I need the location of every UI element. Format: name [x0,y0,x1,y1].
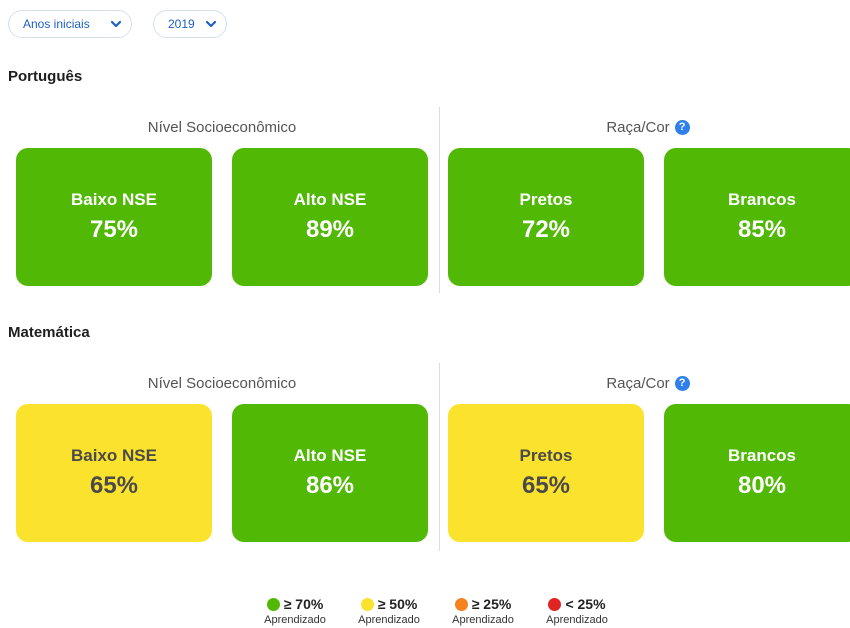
score-card-label: Brancos [727,190,797,209]
legend-dot-red [548,597,562,611]
chevron-down-icon [206,19,216,29]
score-card: Alto NSE 89% [232,148,428,286]
score-card-value: 65% [89,472,139,499]
chevron-down-icon [111,19,121,29]
score-card: Brancos 85% [664,148,850,286]
score-card-label: Baixo NSE [71,446,157,465]
legend-threshold: ≥ 50% [377,596,418,612]
legend-dot-yellow [360,597,374,611]
level-filter-dropdown[interactable]: Anos iniciais [8,10,132,38]
score-card: Pretos 65% [448,404,644,542]
legend-label: Aprendizado [264,614,326,626]
level-filter-value: Anos iniciais [23,17,90,31]
score-card: Alto NSE 86% [232,404,428,542]
legend-item: ≥ 50% Aprendizado [344,596,434,626]
legend-label: Aprendizado [358,614,420,626]
score-card-label: Alto NSE [293,190,367,209]
score-card-value: 86% [305,472,355,499]
group-label-text: Raça/Cor [606,119,670,136]
score-card-label: Pretos [519,190,573,209]
score-card: Baixo NSE 75% [16,148,212,286]
year-filter-value: 2019 [168,17,195,31]
score-card-label: Pretos [519,446,573,465]
legend-item: < 25% Aprendizado [532,596,622,626]
score-card-label: Alto NSE [293,446,367,465]
score-card-value: 65% [521,472,571,499]
group-label-text: Nível Socioeconômico [147,119,297,136]
section-title-matematica: Matemática [8,324,90,341]
section-divider [439,363,440,551]
score-card: Pretos 72% [448,148,644,286]
legend-label: Aprendizado [546,614,608,626]
score-card: Brancos 80% [664,404,850,542]
group-label-socioeconomic: Nível Socioeconômico [16,375,428,392]
score-card-value: 75% [89,216,139,243]
legend-item: ≥ 70% Aprendizado [250,596,340,626]
score-card-label: Baixo NSE [71,190,157,209]
group-label-text: Nível Socioeconômico [147,375,297,392]
legend-dot-green [266,597,280,611]
group-label-race: Raça/Cor ? [448,375,848,392]
help-icon[interactable]: ? [674,376,690,391]
help-icon[interactable]: ? [674,120,690,135]
score-card-value: 89% [305,216,355,243]
legend-label: Aprendizado [452,614,514,626]
legend-threshold: ≥ 70% [283,596,324,612]
group-label-race: Raça/Cor ? [448,119,848,136]
group-label-socioeconomic: Nível Socioeconômico [16,119,428,136]
score-card-value: 72% [521,216,571,243]
group-label-text: Raça/Cor [606,375,670,392]
legend-threshold: ≥ 25% [471,596,512,612]
score-card-value: 80% [737,472,787,499]
year-filter-dropdown[interactable]: 2019 [153,10,227,38]
legend-item: ≥ 25% Aprendizado [438,596,528,626]
section-divider [439,107,440,293]
score-card: Baixo NSE 65% [16,404,212,542]
score-card-value: 85% [737,216,787,243]
section-title-portugues: Português [8,68,83,85]
legend-threshold: < 25% [565,596,606,612]
legend-dot-orange [454,597,468,611]
score-card-label: Brancos [727,446,797,465]
